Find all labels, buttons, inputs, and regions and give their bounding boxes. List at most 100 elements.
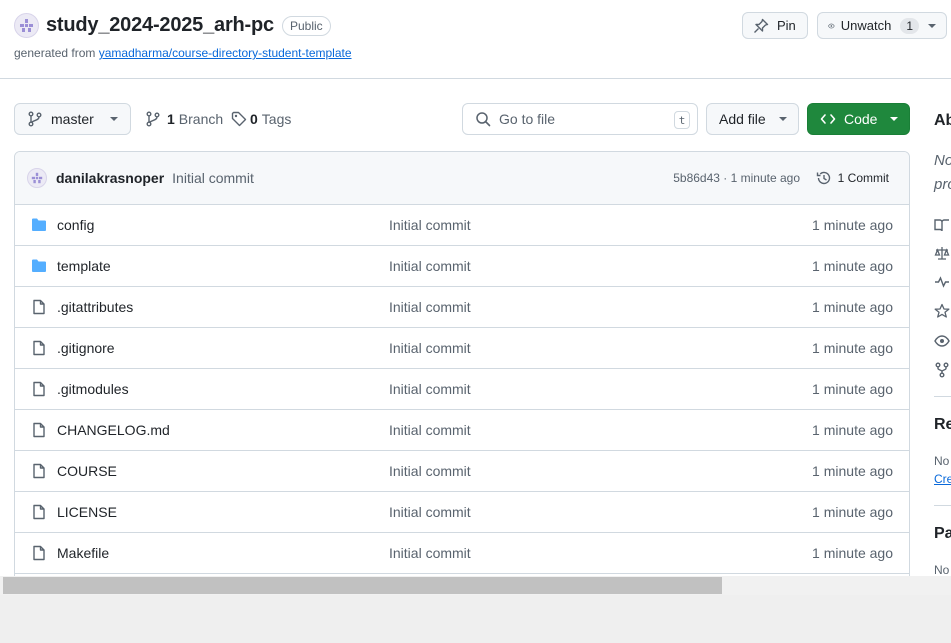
packages-title[interactable]: Pa [934,525,951,543]
star-icon[interactable] [934,303,950,319]
file-commit-time: 1 minute ago [812,340,893,356]
file-commit-time: 1 minute ago [812,299,893,315]
file-commit-message[interactable]: Initial commit [389,299,471,315]
tag-count: 0 [250,111,258,127]
pin-label: Pin [777,18,796,33]
folder-icon [31,258,47,277]
file-row[interactable]: CHANGELOG.md Initial commit 1 minute ago [15,410,909,451]
owner-avatar[interactable] [14,13,39,38]
file-commit-message[interactable]: Initial commit [389,422,471,438]
commits-label: 1 Commit [837,171,889,185]
file-commit-message[interactable]: Initial commit [389,381,471,397]
file-commit-time: 1 minute ago [812,545,893,561]
template-link[interactable]: yamadharma/course-directory-student-temp… [99,46,352,60]
releases-note: No [934,454,950,468]
file-row[interactable]: template Initial commit 1 minute ago [15,246,909,287]
file-commit-time: 1 minute ago [812,217,893,233]
file-icon [31,340,47,359]
author-avatar[interactable] [27,168,47,188]
horizontal-scrollbar[interactable] [0,576,951,595]
watch-count: 1 [900,17,919,34]
file-name[interactable]: config [57,217,94,233]
file-name[interactable]: .gitignore [57,340,115,356]
releases-title[interactable]: Re [934,416,951,434]
file-row[interactable]: config Initial commit 1 minute ago [15,205,909,246]
file-commit-time: 1 minute ago [812,258,893,274]
file-table: danilakrasnoper Initial commit 5b86d43 ·… [14,151,910,576]
commits-history-link[interactable]: 1 Commit [816,170,889,186]
repo-page: study_2024-2025_arh-pc Public generated … [0,0,951,576]
file-name[interactable]: CHANGELOG.md [57,422,170,438]
file-commit-message[interactable]: Initial commit [389,545,471,561]
pin-icon [754,18,769,33]
file-commit-time: 1 minute ago [812,463,893,479]
file-name[interactable]: COURSE [57,463,117,479]
law-icon[interactable] [934,245,950,261]
file-row[interactable]: .gitmodules Initial commit 1 minute ago [15,369,909,410]
commit-author[interactable]: danilakrasnoper [56,170,164,186]
scrollbar-thumb[interactable] [3,577,722,594]
file-commit-time: 1 minute ago [812,422,893,438]
go-to-file-input[interactable] [499,111,659,127]
file-name[interactable]: .gitmodules [57,381,129,397]
file-icon [31,463,47,482]
file-name[interactable]: template [57,258,111,274]
add-file-button[interactable]: Add file [706,103,799,135]
folder-icon [31,217,47,236]
file-commit-time: 1 minute ago [812,381,893,397]
pin-button[interactable]: Pin [742,12,808,39]
eye-icon [828,23,835,28]
tag-icon [231,111,247,127]
repo-name[interactable]: study_2024-2025_arh-pc [46,14,274,37]
branch-selector[interactable]: master [14,103,131,135]
repo-header: study_2024-2025_arh-pc Public [14,13,331,38]
commit-message[interactable]: Initial commit [172,170,254,186]
file-commit-time: 1 minute ago [812,504,893,520]
code-icon [820,114,836,124]
unwatch-button[interactable]: Unwatch 1 [817,12,947,39]
latest-commit-bar: danilakrasnoper Initial commit 5b86d43 ·… [15,152,909,205]
header-divider [0,78,951,79]
commit-hash-time[interactable]: 5b86d43 · 1 minute ago [673,171,800,185]
git-branch-icon [146,111,160,127]
sidebar-divider [934,396,951,397]
file-list: config Initial commit 1 minute ago template… [15,205,909,574]
go-to-file[interactable]: t [462,103,698,135]
file-icon [31,381,47,400]
file-commit-message[interactable]: Initial commit [389,340,471,356]
file-commit-message[interactable]: Initial commit [389,463,471,479]
identicon-icon [20,19,33,32]
file-row[interactable]: LICENSE Initial commit 1 minute ago [15,492,909,533]
tags-link[interactable]: 0 Tags [231,111,291,127]
code-button[interactable]: Code [807,103,910,135]
file-icon [31,504,47,523]
branches-link[interactable]: 1 Branch [145,111,223,127]
history-icon [816,171,830,185]
unwatch-label: Unwatch [840,18,892,33]
fork-icon[interactable] [934,362,950,378]
watch-caret-icon [928,23,936,28]
file-row[interactable]: Makefile Initial commit 1 minute ago [15,533,909,574]
visibility-badge: Public [281,15,331,36]
empty-area [0,595,951,643]
file-icon [31,299,47,318]
file-row[interactable]: .gitignore Initial commit 1 minute ago [15,328,909,369]
book-icon[interactable] [934,217,950,233]
file-name[interactable]: LICENSE [57,504,117,520]
generated-from: generated from yamadharma/course-directo… [14,46,352,60]
sidebar-divider [934,505,951,506]
add-file-label: Add file [719,111,766,127]
eye-icon[interactable] [934,333,950,349]
pulse-icon[interactable] [934,274,950,290]
create-release-link[interactable]: Cre [934,472,951,486]
file-commit-message[interactable]: Initial commit [389,217,471,233]
file-row[interactable]: COURSE Initial commit 1 minute ago [15,451,909,492]
file-row[interactable]: .gitattributes Initial commit 1 minute ago [15,287,909,328]
about-description: No [934,152,951,169]
file-name[interactable]: Makefile [57,545,109,561]
file-commit-message[interactable]: Initial commit [389,504,471,520]
file-commit-message[interactable]: Initial commit [389,258,471,274]
add-file-caret-icon [778,117,787,121]
file-name[interactable]: .gitattributes [57,299,133,315]
keyboard-shortcut: t [674,111,690,129]
